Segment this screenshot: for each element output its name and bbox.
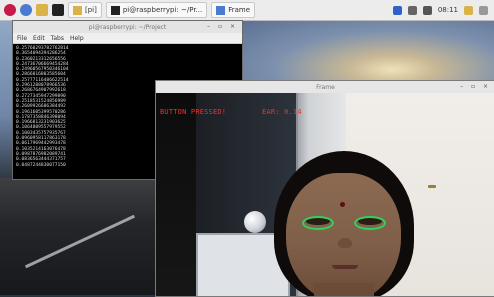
wifi-icon[interactable] — [407, 5, 417, 15]
terminal-title: pi@raspberrypi: ~/Project — [88, 23, 167, 31]
terminal-launcher-icon[interactable] — [52, 4, 64, 16]
taskbar-item-terminal[interactable]: pi@raspberrypi: ~/Pr... — [105, 2, 208, 18]
taskbar-item-files[interactable]: [pi] — [68, 2, 102, 18]
camera-background-lamp — [244, 211, 266, 233]
person-face — [286, 173, 401, 296]
person-mouth — [332, 265, 358, 269]
menu-file[interactable]: File — [17, 35, 27, 42]
person-bindi — [340, 202, 345, 207]
system-tray: 08:11 — [392, 5, 494, 15]
raspberry-menu-icon[interactable] — [4, 4, 16, 16]
taskbar: [pi] pi@raspberrypi: ~/Pr... Frame 08:11 — [0, 0, 494, 21]
taskbar-item-frame[interactable]: Frame — [211, 2, 256, 18]
right-eye-landmark-contour — [354, 216, 386, 230]
clock[interactable]: 08:11 — [438, 6, 458, 14]
browser-icon[interactable] — [20, 4, 32, 16]
camera-feed: BUTTON PRESSED! EAR: 0.14 — [156, 93, 494, 296]
camera-background-mark — [428, 185, 436, 188]
person-neck — [314, 283, 374, 296]
alert-icon[interactable] — [464, 5, 473, 15]
window-icon — [216, 5, 226, 15]
eject-icon[interactable] — [479, 5, 488, 15]
window-controls[interactable]: – ▫ × — [460, 83, 491, 90]
volume-icon[interactable] — [422, 5, 432, 15]
folder-icon — [73, 5, 82, 15]
terminal-icon — [110, 5, 120, 15]
terminal-menubar: File Edit Tabs Help — [13, 33, 242, 44]
wallpaper-road — [0, 178, 160, 295]
menu-help[interactable]: Help — [70, 35, 84, 42]
frame-title: Frame — [316, 83, 335, 91]
file-manager-icon[interactable] — [36, 4, 48, 16]
overlay-ear-value: EAR: 0.14 — [262, 108, 302, 116]
menu-edit[interactable]: Edit — [33, 35, 45, 42]
window-controls[interactable]: – ▫ × — [207, 23, 238, 30]
taskbar-item-label: Frame — [228, 6, 251, 14]
terminal-titlebar[interactable]: pi@raspberrypi: ~/Project – ▫ × — [13, 21, 242, 33]
taskbar-item-label: pi@raspberrypi: ~/Pr... — [122, 6, 203, 14]
wallpaper-sky — [240, 20, 494, 82]
person-nose — [338, 238, 352, 248]
overlay-status-text: BUTTON PRESSED! — [160, 108, 227, 116]
taskbar-item-label: [pi] — [85, 6, 97, 14]
frame-window[interactable]: Frame – ▫ × BUTTON PRESSED! EAR: 0.14 — [155, 80, 494, 297]
bluetooth-icon[interactable] — [392, 5, 402, 15]
frame-titlebar[interactable]: Frame – ▫ × — [156, 81, 494, 93]
left-eye-landmark-contour — [302, 216, 334, 230]
menu-tabs[interactable]: Tabs — [51, 35, 64, 42]
